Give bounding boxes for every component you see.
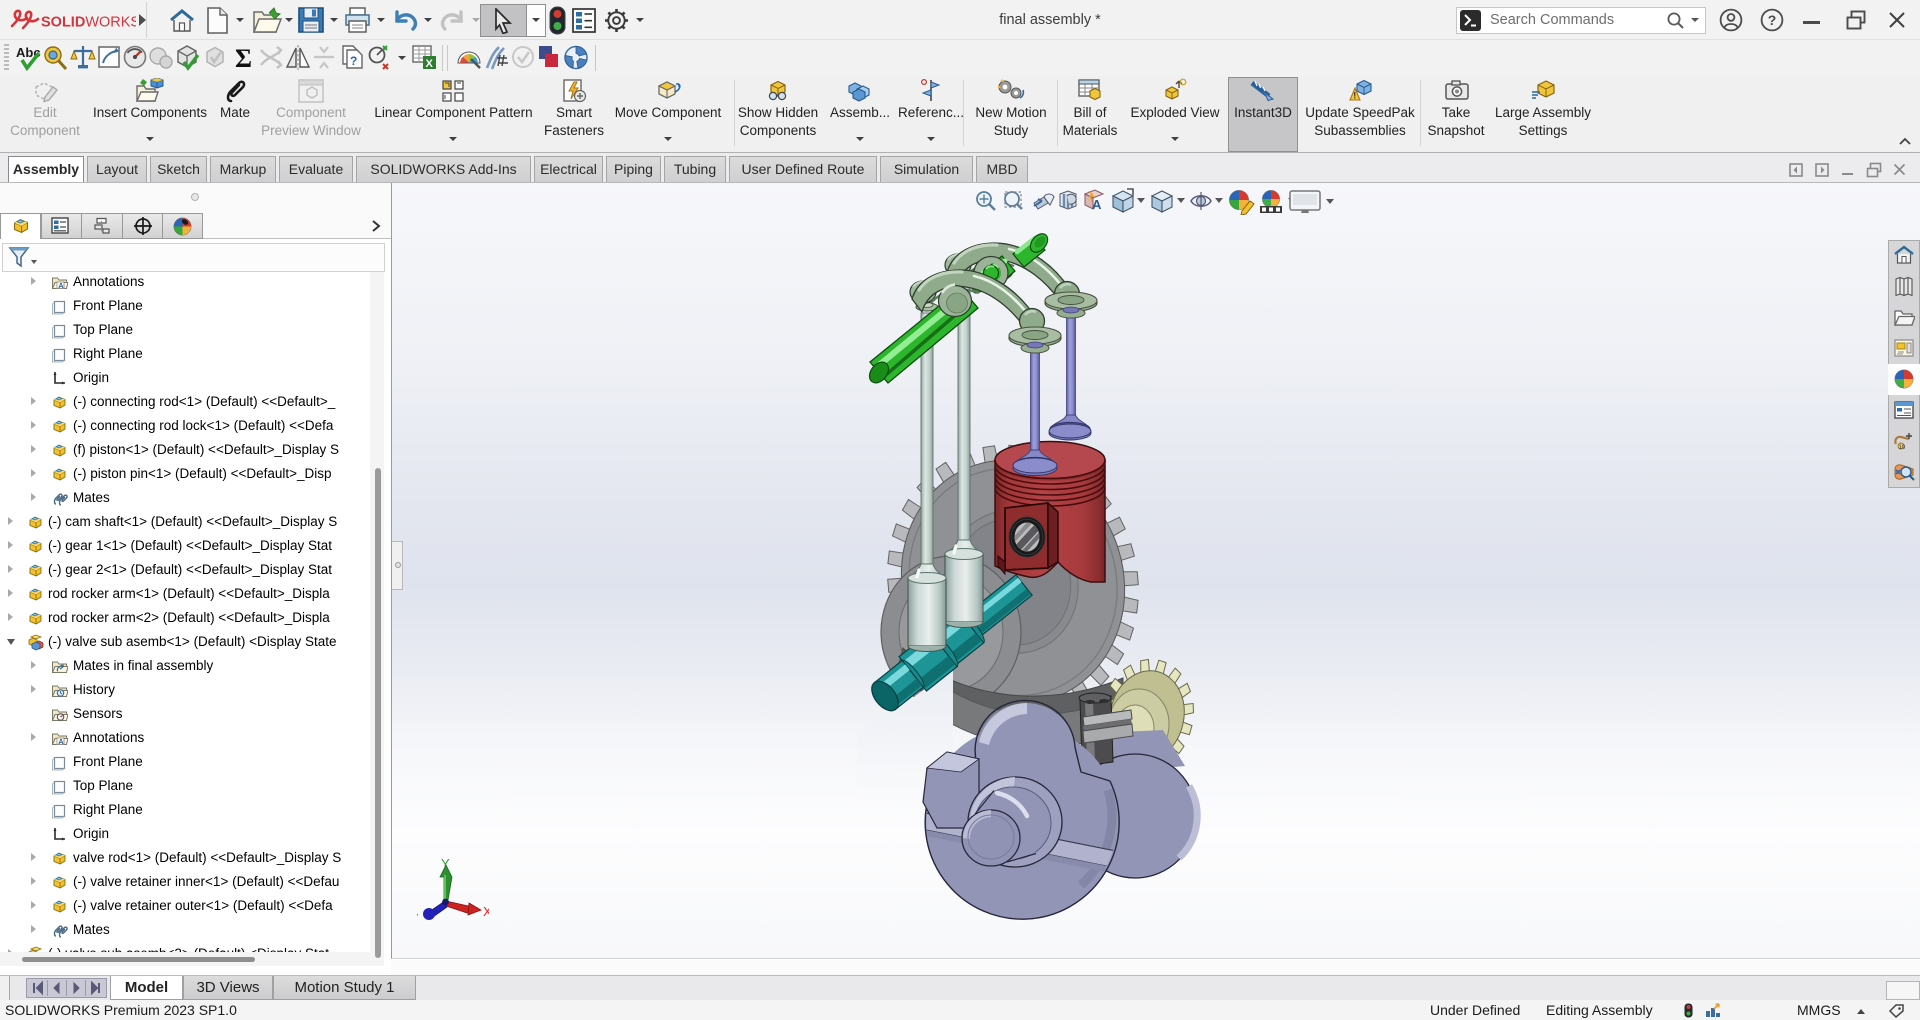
svg-text:X: X bbox=[426, 58, 434, 70]
svg-text:10: 10 bbox=[1899, 445, 1906, 451]
svg-text:Z: Z bbox=[417, 911, 419, 923]
svg-text:?: ? bbox=[1768, 12, 1777, 28]
svg-text:X: X bbox=[483, 904, 489, 919]
svg-text:SOLIDWORKS: SOLIDWORKS bbox=[41, 15, 136, 31]
svg-text:!: ! bbox=[1353, 91, 1356, 101]
svg-text:?: ? bbox=[350, 54, 357, 68]
svg-text:Σ: Σ bbox=[235, 44, 252, 73]
